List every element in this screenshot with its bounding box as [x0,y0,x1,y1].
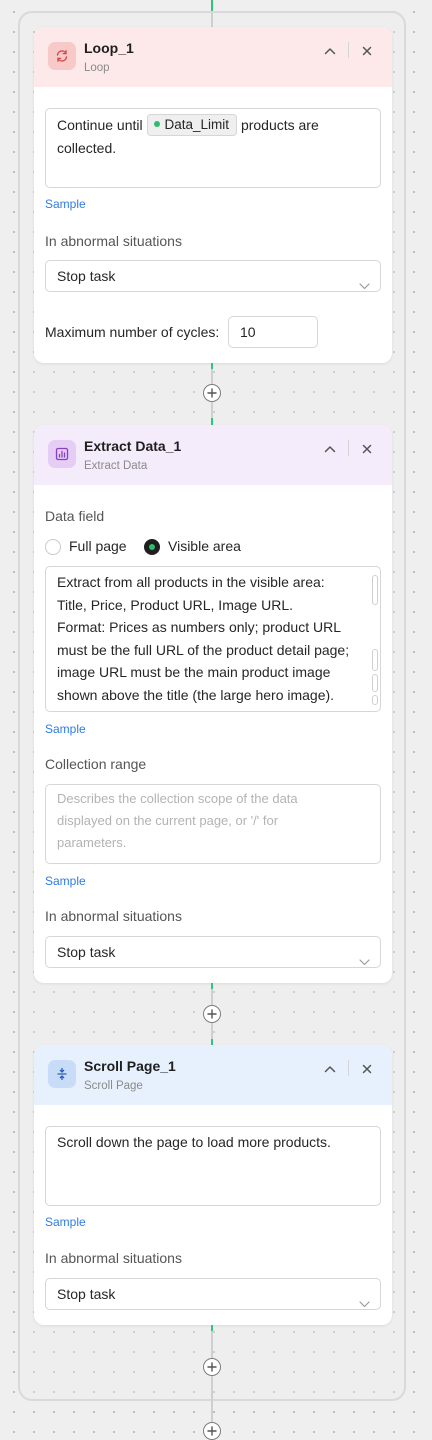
scroll-node-card[interactable]: Scroll Page_1 Scroll Page Scroll down th… [34,1045,392,1325]
max-cycles-value: 10 [240,324,256,340]
node-title: Scroll Page_1 [84,1058,176,1074]
connector-line [211,1023,213,1039]
chevron-down-icon [359,1288,370,1318]
sample-link[interactable]: Sample [45,1215,86,1229]
instruction-line: Format: Prices as numbers only; product … [57,619,341,635]
instruction-line: Extract from all products in the visible… [57,574,325,590]
condition-prefix: Continue until [57,117,143,133]
close-icon[interactable] [357,439,377,459]
scroll-vertical-icon [48,1060,76,1088]
condition-line2: collected. [57,139,117,156]
scroll-instruction-text: Scroll down the page to load more produc… [57,1134,331,1150]
loop-body-line [211,13,213,27]
loop-node-header[interactable]: Loop_1 Loop [34,27,392,87]
connector-line [211,1331,213,1359]
abnormal-select[interactable]: Stop task [45,1278,381,1310]
data-field-label: Data field [45,508,105,524]
scrollbar-thumb-lower [372,695,378,705]
extract-node-header[interactable]: Extract Data_1 Extract Data [34,425,392,485]
extract-node-card[interactable]: Extract Data_1 Extract Data Data field F… [34,425,392,983]
extract-instruction-field[interactable]: Extract from all products in the visible… [45,566,381,712]
add-step-plus-icon[interactable] [203,1358,221,1376]
close-icon[interactable] [357,1059,377,1079]
connector-line [211,402,213,418]
add-step-plus-icon[interactable] [203,1005,221,1023]
condition-suffix: products are [240,117,319,133]
placeholder-line: Describes the collection scope of the da… [57,791,298,806]
chevron-down-icon [359,946,370,976]
abnormal-label: In abnormal situations [45,908,182,924]
abnormal-select[interactable]: Stop task [45,260,381,292]
node-subtitle: Scroll Page [84,1080,143,1092]
collapse-chevron-up-icon[interactable] [320,1059,340,1079]
collection-range-field[interactable]: Describes the collection scope of the da… [45,784,381,864]
loop-condition-field[interactable]: Continue until Data_Limit products are c… [45,108,381,188]
radio-full-page-label[interactable]: Full page [69,538,127,554]
abnormal-select-value: Stop task [57,1286,116,1302]
chart-icon [48,440,76,468]
variable-name: Data_Limit [164,117,230,132]
loop-icon [48,42,76,70]
add-step-plus-icon[interactable] [203,1422,221,1440]
header-divider [348,440,349,456]
collection-range-label: Collection range [45,756,147,772]
sample-link[interactable]: Sample [45,197,86,211]
placeholder-line: parameters. [57,835,127,850]
abnormal-select-value: Stop task [57,944,116,960]
scrollbar-thumb[interactable] [372,575,378,605]
variable-dot-icon [153,121,160,127]
scroll-instruction-field[interactable]: Scroll down the page to load more produc… [45,1126,381,1206]
collapse-chevron-up-icon[interactable] [320,41,340,61]
instruction-line: shown above the title (the large hero im… [57,686,335,703]
max-cycles-label: Maximum number of cycles: [45,324,220,340]
variable-chip[interactable]: Data_Limit [146,114,238,136]
max-cycles-input[interactable]: 10 [228,316,318,348]
sample-link[interactable]: Sample [45,874,86,888]
node-title: Extract Data_1 [84,438,182,454]
header-divider [348,1060,349,1076]
abnormal-select[interactable]: Stop task [45,936,381,968]
header-divider [348,42,349,58]
radio-visible-area-label[interactable]: Visible area [168,538,241,554]
connector-line [211,1401,213,1423]
scrollbar-thumb-lower [372,649,378,671]
add-step-plus-icon[interactable] [203,384,221,402]
node-subtitle: Loop [84,62,110,74]
connector-line [211,418,213,425]
scrollbar[interactable] [372,575,378,705]
connector-line [211,369,213,385]
close-icon[interactable] [357,41,377,61]
node-title: Loop_1 [84,40,134,56]
connector-line [211,989,213,1005]
abnormal-select-value: Stop task [57,268,116,284]
scrollbar-thumb-lower [372,674,378,692]
instruction-line: image URL must be the main product image [57,664,331,680]
instruction-line: must be the full URL of the product deta… [57,641,350,658]
radio-visible-area[interactable] [144,539,160,555]
sample-link[interactable]: Sample [45,722,86,736]
loop-node-card[interactable]: Loop_1 Loop Continue until Data_Limit pr… [34,27,392,363]
abnormal-label: In abnormal situations [45,233,182,249]
radio-full-page[interactable] [45,539,61,555]
abnormal-label: In abnormal situations [45,1250,182,1266]
instruction-line: Title, Price, Product URL, Image URL. [57,596,294,613]
node-subtitle: Extract Data [84,460,148,472]
scroll-node-header[interactable]: Scroll Page_1 Scroll Page [34,1045,392,1105]
placeholder-line: displayed on the current page, or '/' fo… [57,813,279,828]
chevron-down-icon [359,270,370,300]
connector-line [211,1376,213,1401]
collapse-chevron-up-icon[interactable] [320,439,340,459]
